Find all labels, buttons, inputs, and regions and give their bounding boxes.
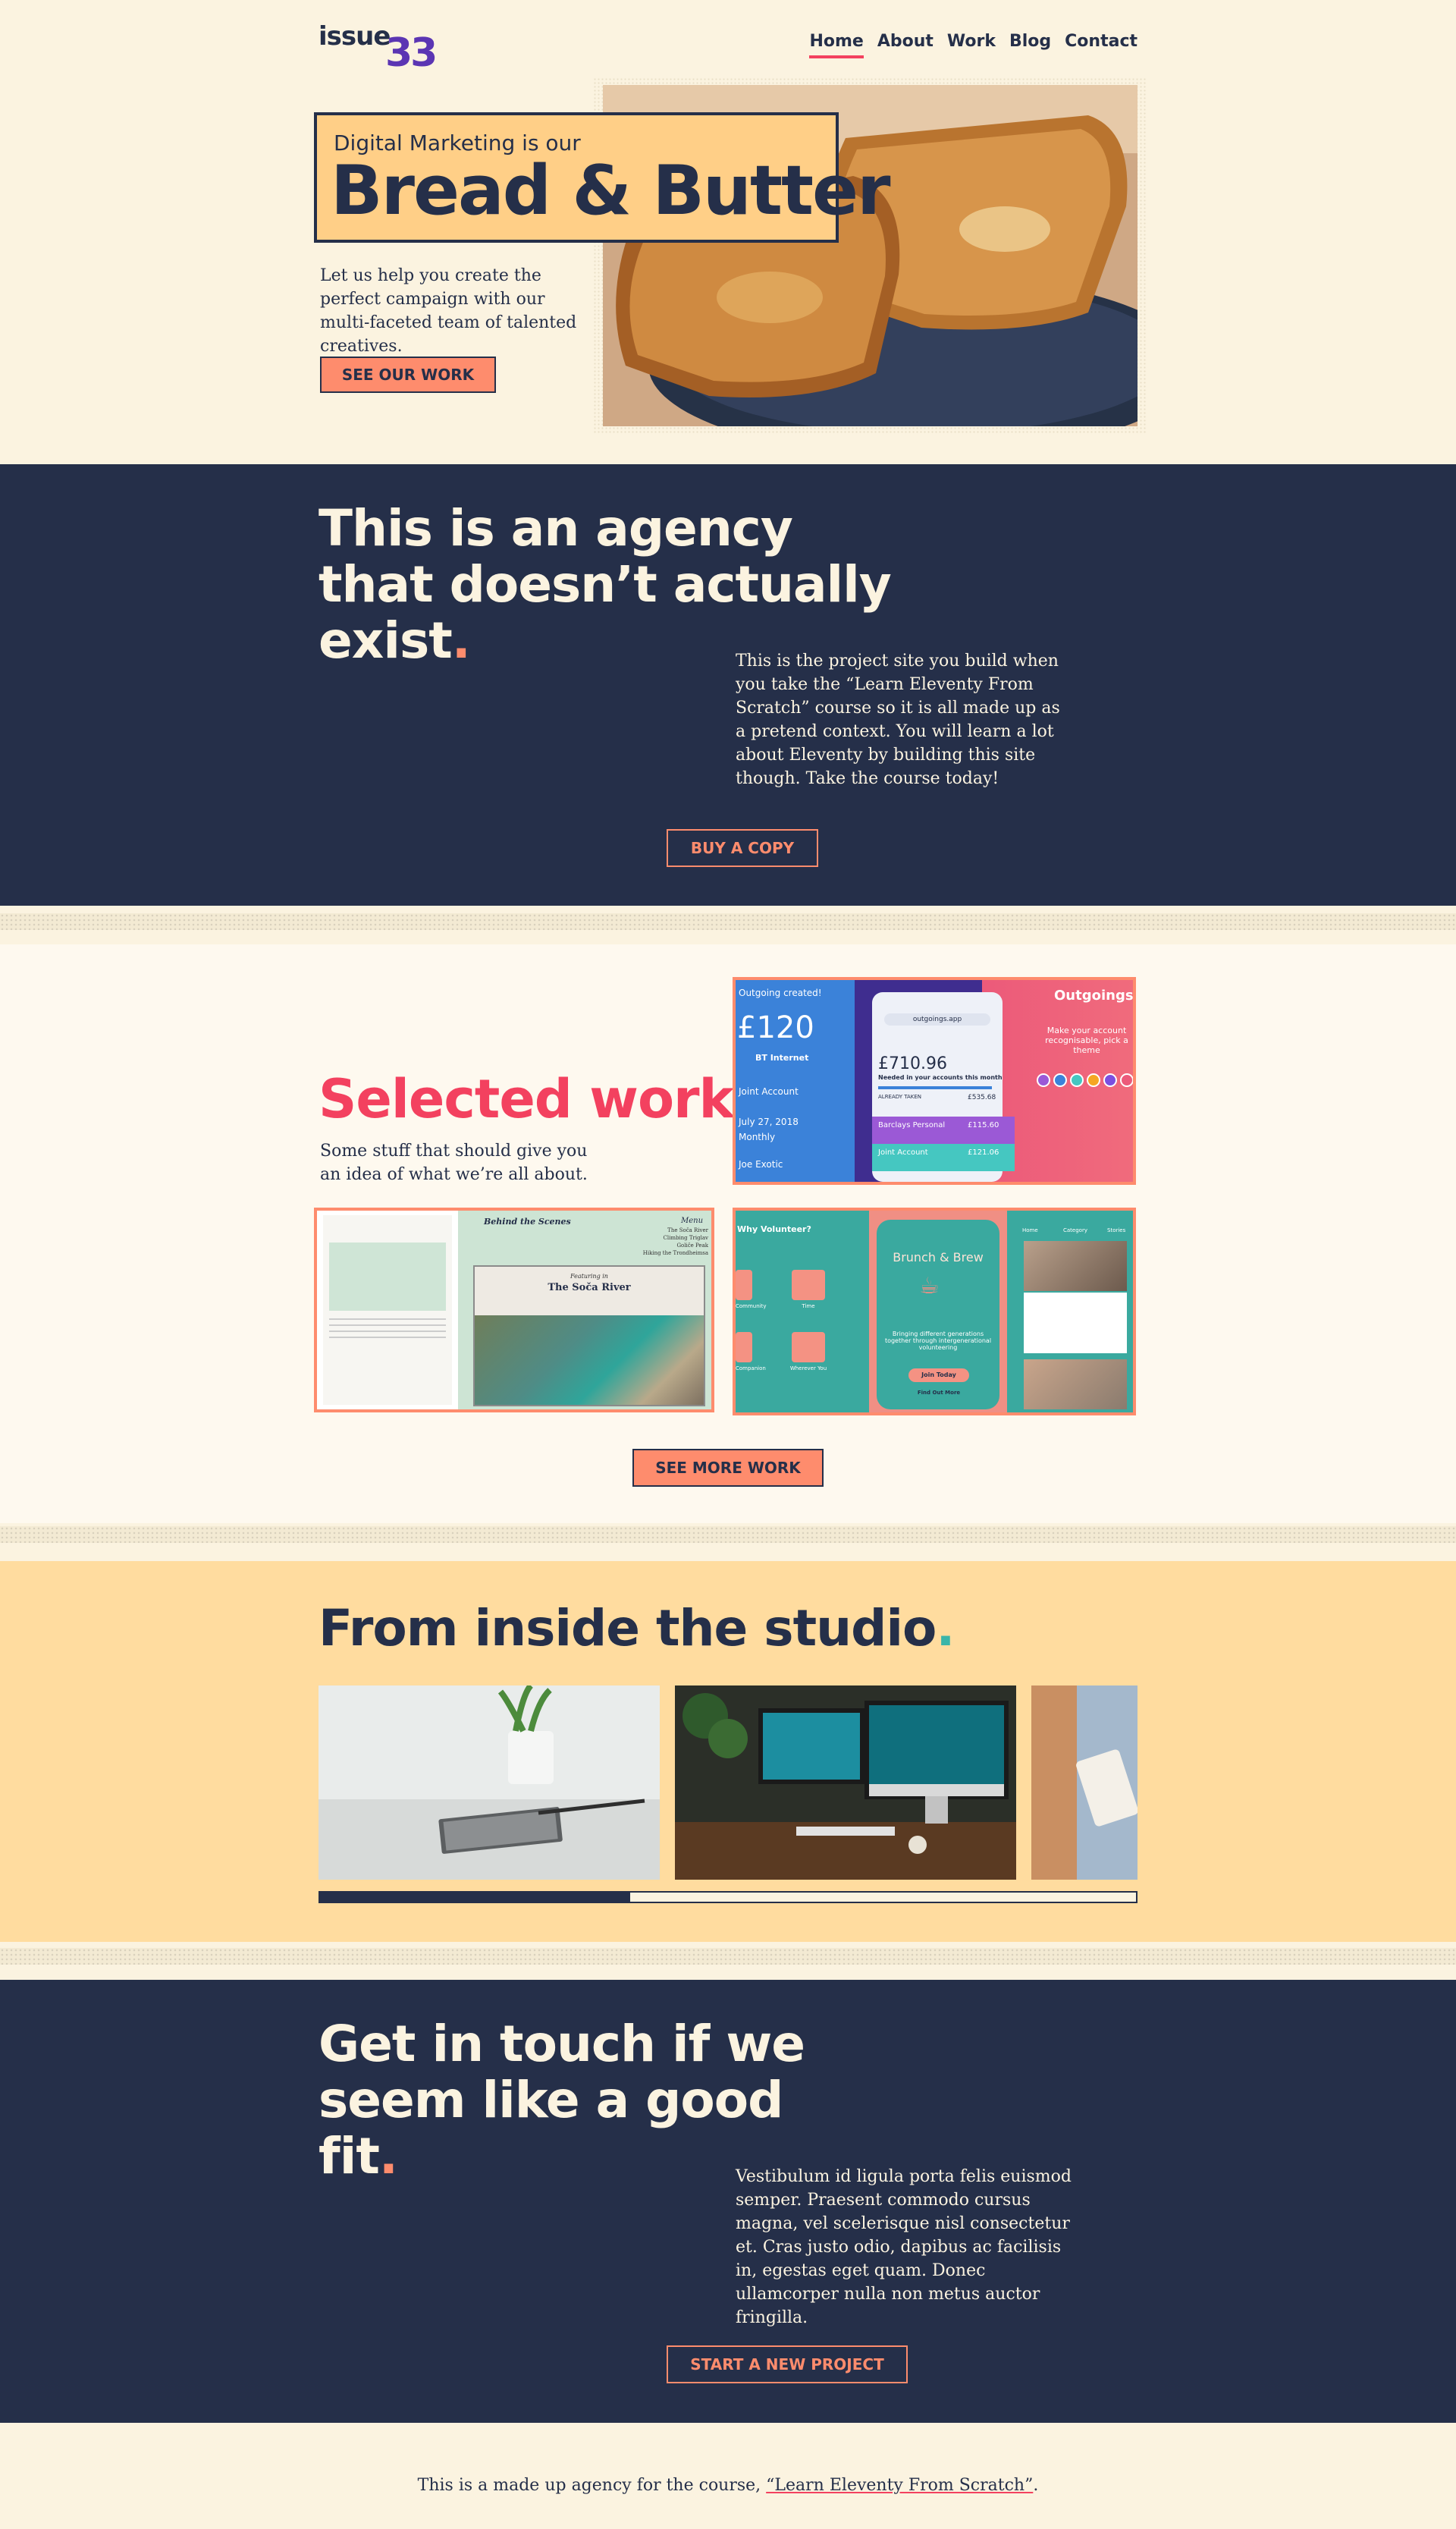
- card3-story-photo-2: [1024, 1359, 1127, 1409]
- about-title-dot: .: [451, 611, 471, 670]
- work-title: Selected work.: [318, 1068, 754, 1130]
- card2-menu-item-3: Goliče Peak: [676, 1243, 708, 1249]
- nav-about[interactable]: About: [877, 32, 934, 58]
- main-nav: Home About Work Blog Contact: [809, 32, 1138, 58]
- nav-contact[interactable]: Contact: [1065, 32, 1138, 58]
- card1-left-label-1: Joint Account: [739, 1086, 799, 1097]
- card2-menu-item-2: Climbing Triglav: [663, 1235, 708, 1241]
- about-text: This is the project site you build when …: [736, 652, 1060, 788]
- card1-balance: £710.96: [878, 1054, 947, 1073]
- nav-blog[interactable]: Blog: [1009, 32, 1051, 58]
- tablet-hands-illustration: [1031, 1685, 1138, 1880]
- notebook-desk-illustration: [318, 1685, 660, 1880]
- footer-text-after: .: [1033, 2476, 1039, 2495]
- studio-title: From inside the studio.: [318, 1599, 955, 1657]
- logo-word: issue: [318, 21, 391, 52]
- card1-item2-name: Joint Account: [878, 1148, 928, 1157]
- card3-tab-2: Category: [1063, 1227, 1087, 1233]
- card3-tagline: Bringing different generations together …: [884, 1330, 992, 1351]
- footer-text: This is a made up agency for the course,…: [0, 2476, 1456, 2495]
- card1-date: July 27, 2018: [739, 1117, 799, 1127]
- card1-cta-text: Make your account recognisable, pick a t…: [1045, 1026, 1128, 1055]
- card2-menu-item-1: The Soča River: [667, 1227, 708, 1233]
- about-title: This is an agency that doesn’t actually …: [318, 501, 895, 669]
- contact-text: Vestibulum id ligula porta felis euismod…: [736, 2167, 1072, 2327]
- card1-amount: £120: [737, 1010, 814, 1045]
- card2-menu: Menu: [681, 1217, 704, 1225]
- footer-text-before: This is a made up agency for the course,: [417, 2476, 767, 2495]
- card1-theme-swatches: [1037, 1073, 1133, 1087]
- card3-brand: Brunch & Brew: [893, 1250, 984, 1264]
- work-intro: Some stuff that should give you an idea …: [320, 1142, 588, 1184]
- coffee-cup-icon: ☕: [919, 1273, 940, 1299]
- hero-title: Bread & Butter: [331, 151, 890, 231]
- card3-story-card: [1024, 1293, 1127, 1353]
- card2-river-photo: [475, 1315, 704, 1405]
- card2-feature-title: The Soča River: [548, 1282, 631, 1293]
- imac-workspace-photo: [675, 1685, 1016, 1880]
- nav-home[interactable]: Home: [809, 32, 864, 58]
- card3-tab-3: Stories: [1107, 1227, 1126, 1233]
- studio-title-dot: .: [936, 1599, 955, 1657]
- card3-tile-2-icon: [792, 1270, 825, 1300]
- card2-feature-kicker: Featuring in: [570, 1273, 608, 1280]
- section-divider: [0, 1948, 1456, 1965]
- card3-tile-3-icon: [736, 1332, 752, 1362]
- card1-already-taken: ALREADY TAKEN: [878, 1094, 922, 1100]
- logo-number: 33: [385, 30, 438, 76]
- card3-tile-1-label: Community: [736, 1303, 767, 1309]
- work-card-brunch-and-brew[interactable]: Why Volunteer? Community Time Companion …: [733, 1208, 1136, 1415]
- work-section: [0, 944, 1456, 1523]
- nav-work[interactable]: Work: [947, 32, 996, 58]
- card3-tab-1: Home: [1022, 1227, 1038, 1233]
- studio-title-text: From inside the studio: [318, 1599, 937, 1657]
- card1-merchant: BT Internet: [755, 1053, 809, 1063]
- card3-heading: Why Volunteer?: [737, 1224, 811, 1234]
- card2-left-page: [323, 1215, 452, 1405]
- imac-workspace-illustration: [675, 1685, 1016, 1880]
- tablet-hands-photo: [1031, 1685, 1138, 1880]
- section-divider: [0, 1526, 1456, 1543]
- card3-tile-4-label: Wherever You: [789, 1365, 827, 1371]
- course-link[interactable]: “Learn Eleventy From Scratch”: [766, 2476, 1033, 2495]
- card1-left-label-2: Monthly: [739, 1132, 776, 1142]
- card1-balance-caption: Needed in your accounts this month: [878, 1074, 1003, 1081]
- card3-tile-1-icon: [736, 1270, 752, 1300]
- card3-tile-2-label: Time: [802, 1303, 815, 1309]
- start-new-project-button[interactable]: START A NEW PROJECT: [667, 2345, 908, 2383]
- work-title-text: Selected work: [318, 1068, 734, 1130]
- card1-line1: Outgoing created!: [739, 988, 822, 998]
- card2-heading: Behind the Scenes: [484, 1217, 571, 1227]
- card1-item2-value: £121.06: [968, 1148, 999, 1157]
- card3-join-button: Join Today: [908, 1368, 969, 1382]
- card1-item1-name: Barclays Personal: [878, 1121, 946, 1129]
- card2-left-green-block: [329, 1243, 446, 1311]
- card1-already-value: £535.68: [968, 1094, 996, 1101]
- card3-story-photo-1: [1024, 1241, 1127, 1291]
- card1-item1-value: £115.60: [968, 1121, 999, 1129]
- card3-tile-4-icon: [792, 1332, 825, 1362]
- card3-find-link: Find Out More: [917, 1390, 961, 1396]
- about-title-text: This is an agency that doesn’t actually …: [318, 499, 892, 670]
- gallery-scrollbar-thumb[interactable]: [320, 1893, 630, 1902]
- card1-left-label-3: Joe Exotic: [739, 1159, 783, 1170]
- card1-brand: Outgoings: [1054, 988, 1134, 1004]
- section-divider: [0, 913, 1456, 930]
- work-card-behind-the-scenes[interactable]: Behind the Scenes Menu The Soča River Cl…: [314, 1208, 714, 1412]
- contact-title-dot: .: [378, 2127, 398, 2185]
- see-our-work-button[interactable]: SEE OUR WORK: [320, 357, 496, 393]
- hero-intro: Let us help you create the perfect campa…: [320, 266, 577, 356]
- buy-a-copy-button[interactable]: BUY A COPY: [667, 829, 818, 867]
- card1-url: outgoings.app: [884, 1013, 990, 1026]
- card3-tile-3-label: Companion: [736, 1365, 766, 1371]
- contact-title: Get in touch if we seem like a good fit.: [318, 2016, 834, 2185]
- card1-progress: [878, 1086, 992, 1089]
- see-more-work-button[interactable]: SEE MORE WORK: [632, 1449, 824, 1487]
- work-card-outgoings[interactable]: Outgoing created! £120 BT Internet Joint…: [733, 977, 1136, 1185]
- notebook-desk-photo: [318, 1685, 660, 1880]
- card2-menu-item-4: Hiking the Trondheimsa: [642, 1250, 708, 1256]
